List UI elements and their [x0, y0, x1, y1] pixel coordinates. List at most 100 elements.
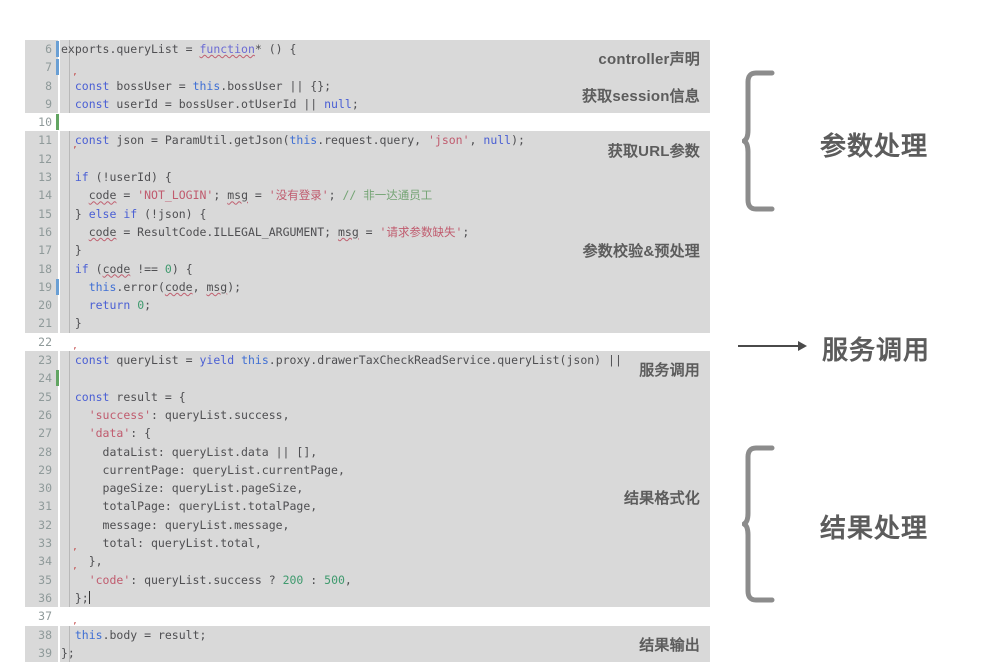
code-text: } — [61, 314, 710, 332]
line-number: 36 — [25, 589, 52, 607]
line-number: 13 — [25, 168, 52, 186]
gutter-change-marker — [56, 114, 59, 130]
code-line[interactable]: 26 'success': queryList.success, — [25, 406, 710, 424]
code-line[interactable]: 35’ 'code': queryList.success ? 200 : 50… — [25, 571, 710, 589]
code-line[interactable]: 30 pageSize: queryList.pageSize, — [25, 479, 710, 497]
inline-annotation: controller声明 — [598, 48, 700, 69]
block-service-call[interactable]: 23’ const queryList = yield this.proxy.d… — [25, 351, 710, 388]
code-text: this.body = result; — [61, 626, 710, 644]
code-text: 'success': queryList.success, — [61, 406, 710, 424]
line-number: 10 — [25, 113, 52, 131]
inline-annotation: 结果输出 — [639, 634, 700, 655]
label-param-handling: 参数处理 — [820, 126, 928, 163]
code-text: if (code !== 0) { — [61, 260, 710, 278]
brace-result-handling — [742, 445, 780, 603]
line-number: 20 — [25, 296, 52, 314]
code-line[interactable]: 33 total: queryList.total, — [25, 534, 710, 552]
block-session[interactable]: 8’ const bossUser = this.bossUser || {};… — [25, 77, 710, 114]
line-number: 12 — [25, 150, 52, 168]
arrow-service-call — [738, 338, 808, 354]
line-number: 15 — [25, 205, 52, 223]
code-text: 'data': { — [61, 424, 710, 442]
code-line[interactable]: 10 — [25, 113, 710, 131]
gutter-change-marker — [56, 59, 59, 75]
code-line[interactable]: 20 return 0; — [25, 296, 710, 314]
inline-annotation: 结果格式化 — [624, 487, 700, 508]
line-number: 30 — [25, 479, 52, 497]
code-line[interactable]: 18 if (code !== 0) { — [25, 260, 710, 278]
code-text: const queryList = yield this.proxy.drawe… — [61, 351, 710, 369]
code-line[interactable]: 36 }; — [25, 589, 710, 607]
code-line[interactable]: 16 code = ResultCode.ILLEGAL_ARGUMENT; m… — [25, 223, 710, 241]
block-result-format[interactable]: 25 const result = {26 'success': queryLi… — [25, 388, 710, 608]
code-text: const result = { — [61, 388, 710, 406]
inline-annotation: 服务调用 — [639, 359, 700, 380]
code-line[interactable]: 22 — [25, 333, 710, 351]
line-number: 24 — [25, 369, 52, 387]
line-number: 17 — [25, 241, 52, 259]
code-text: this.error(code, msg); — [61, 278, 710, 296]
line-number: 16 — [25, 223, 52, 241]
code-text: dataList: queryList.data || [], — [61, 443, 710, 461]
code-line[interactable]: 23’ const queryList = yield this.proxy.d… — [25, 351, 710, 369]
gutter-change-marker — [56, 279, 59, 295]
code-line[interactable]: 14 code = 'NOT_LOGIN'; msg = '没有登录'; // … — [25, 186, 710, 204]
line-number: 25 — [25, 388, 52, 406]
block-url-params[interactable]: 11 const json = ParamUtil.getJson(this.r… — [25, 131, 710, 168]
line-number: 6 — [25, 40, 52, 58]
code-line[interactable]: 32 message: queryList.message, — [25, 516, 710, 534]
line-number: 39 — [25, 644, 52, 662]
code-line[interactable]: 21 } — [25, 314, 710, 332]
line-number: 23 — [25, 351, 52, 369]
block-declaration[interactable]: 6exports.queryList = function* () {7cont… — [25, 40, 710, 77]
code-line[interactable]: 28 dataList: queryList.data || [], — [25, 443, 710, 461]
block-result-output[interactable]: 38’ this.body = result;39};结果输出 — [25, 626, 710, 662]
block-sep-22[interactable]: 22 — [25, 333, 710, 351]
line-number: 27 — [25, 424, 52, 442]
code-text: if (!userId) { — [61, 168, 710, 186]
inline-annotation: 获取URL参数 — [608, 140, 700, 161]
line-number: 26 — [25, 406, 52, 424]
block-validation[interactable]: 13 if (!userId) {14 code = 'NOT_LOGIN'; … — [25, 168, 710, 333]
code-line[interactable]: 38’ this.body = result; — [25, 626, 710, 644]
block-sep-10[interactable]: 10 — [25, 113, 710, 131]
code-text: code = 'NOT_LOGIN'; msg = '没有登录'; // 非一达… — [61, 186, 710, 204]
line-number: 11 — [25, 131, 52, 149]
code-line[interactable]: 25 const result = { — [25, 388, 710, 406]
code-text: } else if (!json) { — [61, 205, 710, 223]
line-number: 9 — [25, 95, 52, 113]
code-text: return 0; — [61, 296, 710, 314]
line-number: 7 — [25, 58, 52, 76]
brace-param-handling — [742, 70, 780, 212]
code-text: }, — [61, 552, 710, 570]
code-text: message: queryList.message, — [61, 516, 710, 534]
code-text: 'code': queryList.success ? 200 : 500, — [61, 571, 710, 589]
line-number: 38 — [25, 626, 52, 644]
code-line[interactable]: 27 'data': { — [25, 424, 710, 442]
line-number: 35 — [25, 571, 52, 589]
code-line[interactable]: 24 — [25, 369, 710, 387]
code-line[interactable]: 15 } else if (!json) { — [25, 205, 710, 223]
block-sep-37[interactable]: 37 — [25, 607, 710, 625]
code-line[interactable]: 13 if (!userId) { — [25, 168, 710, 186]
code-line[interactable]: 37 — [25, 607, 710, 625]
line-number: 21 — [25, 314, 52, 332]
line-number: 14 — [25, 186, 52, 204]
text-cursor — [89, 591, 90, 604]
code-text: code = ResultCode.ILLEGAL_ARGUMENT; msg … — [61, 223, 710, 241]
code-line[interactable]: 39}; — [25, 644, 710, 662]
code-editor[interactable]: 6exports.queryList = function* () {7cont… — [25, 40, 710, 626]
inspection-marker-icon: ’ — [72, 147, 77, 156]
code-text: }; — [61, 644, 710, 662]
code-line[interactable]: 19 this.error(code, msg); — [25, 278, 710, 296]
line-number: 19 — [25, 278, 52, 296]
label-service-call: 服务调用 — [822, 330, 930, 367]
line-number: 22 — [25, 333, 52, 351]
code-text: currentPage: queryList.currentPage, — [61, 461, 710, 479]
code-line[interactable]: 34’ }, — [25, 552, 710, 570]
code-line[interactable]: 29 currentPage: queryList.currentPage, — [25, 461, 710, 479]
code-text: pageSize: queryList.pageSize, — [61, 479, 710, 497]
line-number: 32 — [25, 516, 52, 534]
code-line[interactable]: 31 totalPage: queryList.totalPage, — [25, 497, 710, 515]
line-number: 29 — [25, 461, 52, 479]
